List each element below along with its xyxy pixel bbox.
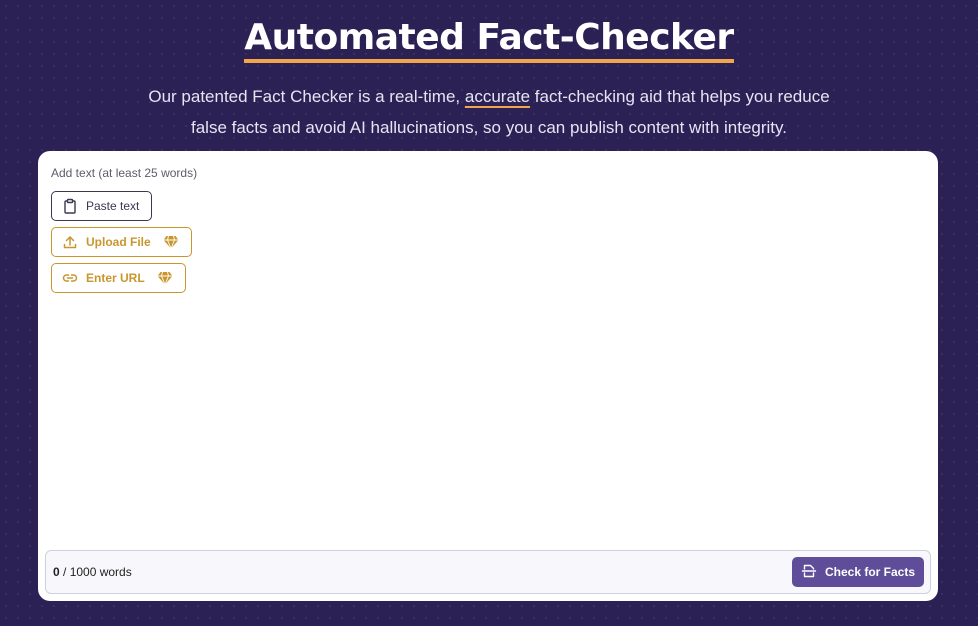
text-editor-card[interactable]: Add text (at least 25 words) Paste text … (38, 151, 938, 601)
diamond-icon (163, 235, 179, 249)
upload-file-label: Upload File (86, 235, 151, 249)
paste-text-button[interactable]: Paste text (51, 191, 153, 221)
subtitle-highlight: accurate (464, 87, 531, 106)
upload-file-button[interactable]: Upload File (51, 227, 192, 257)
page-title: Automated Fact-Checker (244, 17, 734, 63)
link-icon (62, 270, 78, 286)
paste-text-label: Paste text (86, 199, 140, 213)
editor-hint: Add text (at least 25 words) (51, 166, 198, 180)
enter-url-label: Enter URL (86, 271, 145, 285)
document-scan-icon (801, 563, 817, 582)
clipboard-icon (62, 198, 78, 214)
check-for-facts-button[interactable]: Check for Facts (792, 557, 924, 587)
hero-section: Automated Fact-Checker Our patented Fact… (0, 0, 978, 143)
word-count-value: 0 (53, 565, 60, 579)
editor-footer: 0 / 1000 words Check for Facts (45, 550, 931, 594)
word-limit-text: / 1000 words (59, 565, 132, 579)
page-subtitle: Our patented Fact Checker is a real-time… (129, 81, 849, 143)
diamond-icon (157, 271, 173, 285)
check-for-facts-label: Check for Facts (824, 565, 916, 579)
subtitle-text-1: Our patented Fact Checker is a real-time… (148, 87, 465, 106)
upload-icon (62, 234, 78, 250)
enter-url-button[interactable]: Enter URL (51, 263, 186, 293)
word-counter: 0 / 1000 words (53, 565, 132, 579)
